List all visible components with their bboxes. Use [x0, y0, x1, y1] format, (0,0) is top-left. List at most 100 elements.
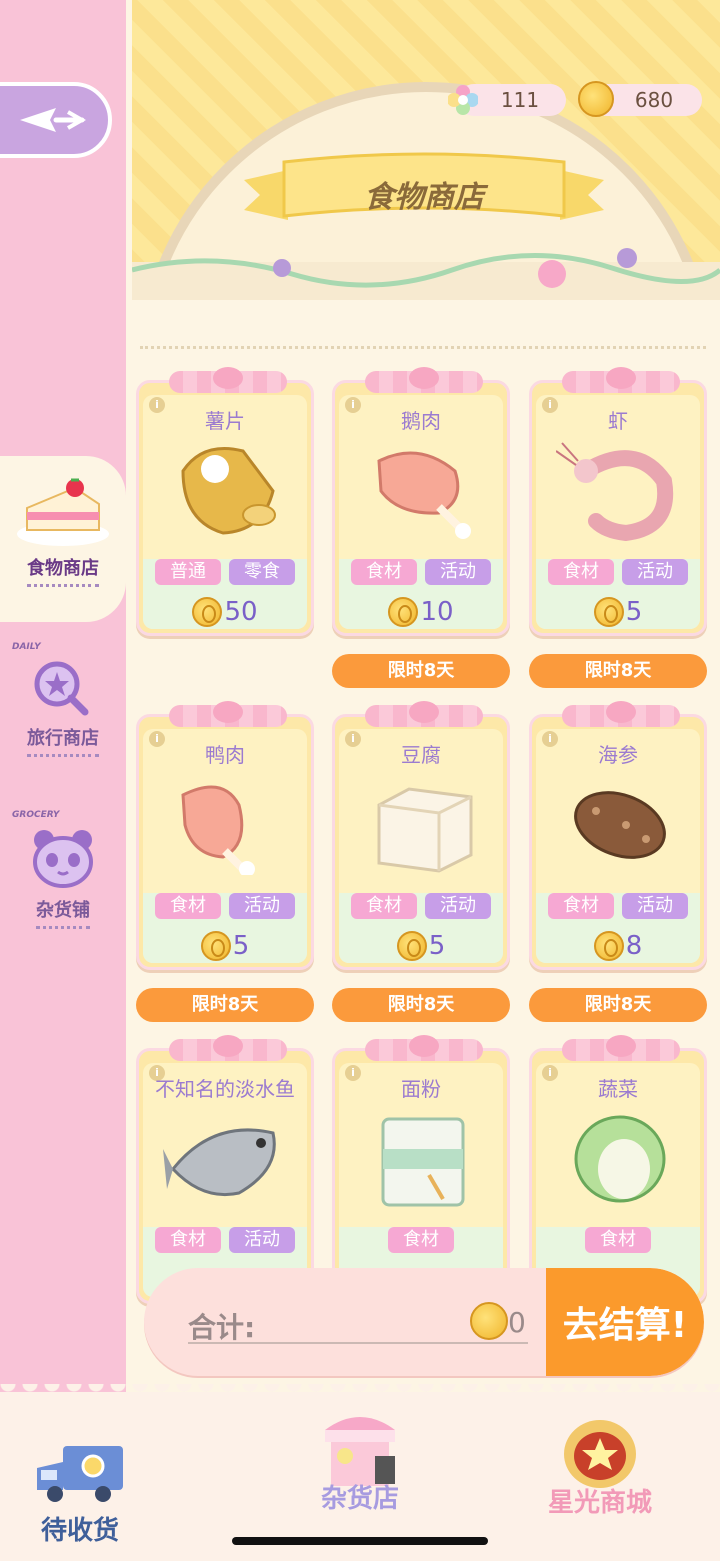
item-tag: 食材: [351, 559, 417, 585]
coin-counter: 680: [578, 81, 702, 117]
item-card[interactable]: i 豆腐 食材 活动 5: [332, 701, 510, 970]
total-label: 合计:: [188, 1311, 256, 1344]
item-tags: 食材 活动: [139, 893, 311, 919]
limited-time-badge: 限时8天: [529, 654, 707, 688]
item-card[interactable]: i 不知名的淡水鱼 食材 活动: [136, 1035, 314, 1304]
item-tag: 食材: [155, 1227, 221, 1253]
checkout-bar: 合计: 0 去结算!: [144, 1268, 704, 1376]
item-name: 蔬菜: [598, 1077, 638, 1101]
item-tags: 食材: [335, 1227, 507, 1253]
price-value: 8: [625, 931, 643, 961]
item-name: 面粉: [401, 1077, 441, 1101]
item-card[interactable]: i 海参 食材 活动 8: [529, 701, 707, 970]
grocery-store-button[interactable]: 杂货店: [300, 1400, 420, 1515]
sidebar-item-label: 食物商店: [27, 554, 99, 587]
panda-icon: [28, 826, 98, 892]
item-tags: 食材: [532, 1227, 704, 1253]
price-value: 5: [625, 597, 643, 627]
grocery-tag: GROCERY: [12, 810, 60, 820]
coin-icon: [593, 597, 624, 627]
coin-icon: [593, 931, 624, 961]
limited-time-badge: 限时8天: [529, 988, 707, 1022]
bow-icon: [365, 1035, 483, 1061]
shop-header: 食物商店: [132, 0, 720, 300]
item-image: [163, 441, 293, 541]
price-value: 50: [224, 597, 258, 627]
rainbow-flower-icon: [448, 85, 478, 115]
bow-icon: [365, 701, 483, 727]
item-image: [556, 1109, 686, 1209]
item-image: [556, 775, 686, 875]
magnifier-star-icon: [23, 654, 103, 720]
bow-icon: [169, 367, 287, 393]
item-card[interactable]: i 鹅肉 食材 活动 10: [332, 367, 510, 636]
back-arrow-icon: [20, 108, 86, 132]
item-name: 不知名的淡水鱼: [155, 1077, 295, 1101]
back-button[interactable]: [0, 82, 112, 158]
item-price: 5: [335, 931, 507, 961]
item-tags: 普通 零食: [139, 559, 311, 585]
item-name: 薯片: [205, 409, 245, 433]
item-image: [555, 441, 686, 542]
limited-time-badge: 限时8天: [136, 988, 314, 1022]
pending-delivery-button[interactable]: 待收货: [30, 1442, 130, 1547]
sidebar-item-travel-shop[interactable]: 旅行商店: [0, 654, 126, 757]
limited-time-badge: 限时8天: [332, 654, 510, 688]
bow-icon: [365, 367, 483, 393]
item-price: 50: [139, 597, 311, 627]
coin-icon: [388, 597, 419, 627]
checkout-button[interactable]: 去结算!: [546, 1268, 704, 1376]
item-tag: 零食: [229, 559, 295, 585]
starlight-mall-button[interactable]: 星光商城: [540, 1408, 660, 1519]
divider: [140, 346, 706, 349]
bow-icon: [169, 701, 287, 727]
item-card[interactable]: i 鸭肉 食材 活动 5: [136, 701, 314, 970]
item-tags: 食材 活动: [532, 893, 704, 919]
gem-counter: 111: [448, 84, 566, 116]
item-card[interactable]: i 虾食材 活动 5: [529, 367, 707, 636]
item-card[interactable]: i 面粉 食材: [332, 1035, 510, 1304]
cake-icon: [13, 470, 113, 550]
total-value: 0: [508, 1306, 526, 1339]
bow-icon: [562, 1035, 680, 1061]
item-tag: 活动: [622, 559, 688, 585]
price-value: 5: [232, 931, 250, 961]
item-tag: 食材: [548, 893, 614, 919]
bow-icon: [169, 1035, 287, 1061]
item-tag: 食材: [585, 1227, 651, 1253]
coin-icon: [470, 1302, 508, 1340]
title-ribbon: 食物商店: [244, 150, 604, 230]
item-price: 5: [532, 597, 704, 627]
item-tag: 活动: [622, 893, 688, 919]
item-name: 鹅肉: [401, 409, 441, 433]
sidebar-item-food-shop[interactable]: 食物商店: [0, 470, 126, 587]
bow-icon: [562, 367, 680, 393]
item-name: 虾: [608, 409, 628, 433]
item-tags: 食材 活动: [335, 559, 507, 585]
item-name: 豆腐: [401, 743, 441, 767]
item-price: 10: [335, 597, 507, 627]
item-image: [359, 775, 489, 875]
item-tag: 活动: [425, 893, 491, 919]
coin-icon: [578, 81, 614, 117]
sidebar-item-label: 旅行商店: [27, 724, 99, 757]
coin-icon: [396, 931, 427, 961]
coin-icon: [200, 931, 231, 961]
sidebar-item-grocery[interactable]: 杂货铺: [0, 826, 126, 929]
bottom-nav: 待收货 杂货店 星光商城: [0, 1384, 720, 1561]
item-tags: 食材 活动: [335, 893, 507, 919]
item-card[interactable]: i 蔬菜 食材: [529, 1035, 707, 1304]
item-image: [163, 1109, 293, 1209]
item-tag: 食材: [388, 1227, 454, 1253]
pending-label: 待收货: [40, 1516, 119, 1546]
item-tag: 活动: [425, 559, 491, 585]
item-tag: 活动: [229, 1227, 295, 1253]
item-image: [359, 441, 489, 541]
item-tags: 食材 活动: [532, 559, 704, 585]
total-underline: [188, 1342, 528, 1344]
item-card[interactable]: i 薯片 普通 零食 50: [136, 367, 314, 636]
shop-stall-icon: [325, 1417, 395, 1486]
item-price: 8: [532, 931, 704, 961]
item-tags: 食材 活动: [139, 1227, 311, 1253]
starlight-label: 星光商城: [547, 1488, 652, 1518]
